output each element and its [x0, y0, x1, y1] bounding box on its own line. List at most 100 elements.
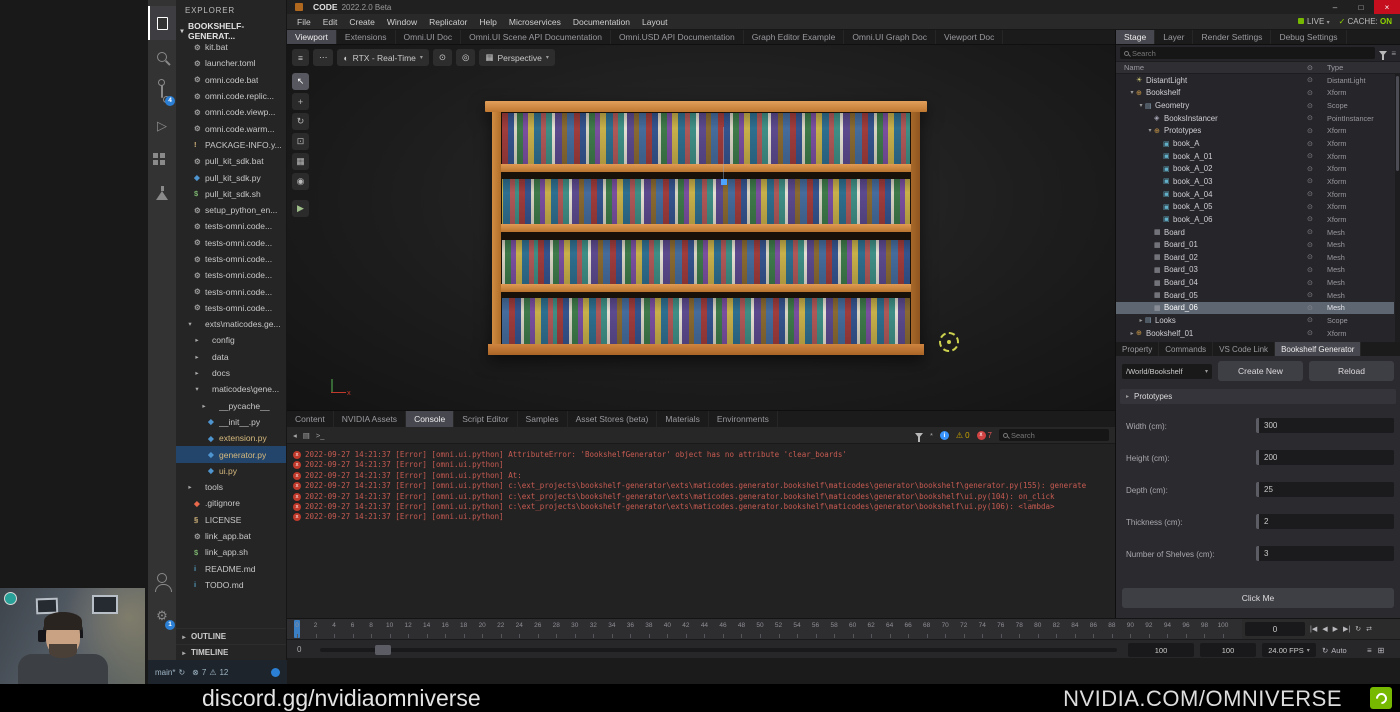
- prototypes-section-header[interactable]: ▸ Prototypes: [1120, 389, 1396, 404]
- property-value-field[interactable]: 25: [1256, 482, 1394, 497]
- menu-edit[interactable]: Edit: [317, 17, 344, 27]
- file-init-py[interactable]: ◆ __init__.py: [176, 414, 286, 430]
- viewport-options-button[interactable]: ⋯: [312, 49, 334, 66]
- tab-layer[interactable]: Layer: [1155, 30, 1194, 44]
- auto-update-toggle[interactable]: ↻ Auto: [1322, 643, 1347, 657]
- create-new-button[interactable]: Create New: [1218, 361, 1303, 381]
- tab-script-editor[interactable]: Script Editor: [454, 411, 518, 427]
- activity-search[interactable]: [148, 40, 176, 74]
- cache-status[interactable]: ✓ CACHE: ON: [1339, 17, 1392, 26]
- step-back[interactable]: ◀: [1322, 625, 1327, 633]
- stage-options-icon[interactable]: ≡: [1391, 49, 1396, 58]
- close-button[interactable]: ×: [1374, 0, 1400, 14]
- tab-commands[interactable]: Commands: [1159, 342, 1214, 356]
- menu-documentation[interactable]: Documentation: [567, 17, 636, 27]
- transform-gizmo[interactable]: [720, 127, 727, 185]
- file-kit-bat[interactable]: ⚙ kit.bat: [176, 39, 286, 55]
- loop[interactable]: ↻: [1355, 625, 1361, 633]
- tab-viewport[interactable]: Viewport: [287, 30, 337, 44]
- visibility-eye-icon[interactable]: ⊙: [1307, 127, 1313, 135]
- tab-omni-ui-scene-api-documentation[interactable]: Omni.UI Scene API Documentation: [461, 30, 611, 44]
- nvidia-link[interactable]: NVIDIA.COM/OMNIVERSE: [1063, 686, 1342, 712]
- chevron-right-icon[interactable]: ▸: [1137, 317, 1145, 324]
- tab-console[interactable]: Console: [406, 411, 455, 427]
- file-omni-code-bat[interactable]: ⚙ omni.code.bat: [176, 72, 286, 88]
- activity-account[interactable]: [148, 564, 176, 598]
- file-launcher-toml[interactable]: ⚙ launcher.toml: [176, 55, 286, 71]
- git-branch[interactable]: main* ↻: [155, 668, 185, 677]
- stage-row-prototypes[interactable]: ▾ ⊕ Prototypes ⊙ Xform: [1116, 125, 1394, 138]
- file-generator-py[interactable]: ◆ generator.py: [176, 446, 286, 463]
- tab-environments[interactable]: Environments: [709, 411, 778, 427]
- snap-tool[interactable]: ▦: [292, 153, 309, 170]
- file-pycache[interactable]: ▸ __pycache__: [176, 398, 286, 414]
- play-button[interactable]: ▶: [292, 200, 309, 217]
- stage-row-book-a-02[interactable]: ▣ book_A_02 ⊙ Xform: [1116, 162, 1394, 175]
- file-license[interactable]: § LICENSE: [176, 512, 286, 528]
- menu-layout[interactable]: Layout: [636, 17, 674, 27]
- tab-nvidia-assets[interactable]: NVIDIA Assets: [334, 411, 407, 427]
- file-tests-omni-code[interactable]: ⚙ tests-omni.code...: [176, 283, 286, 299]
- layers-icon[interactable]: ≡: [1367, 646, 1372, 655]
- visibility-button[interactable]: ⊙: [432, 49, 453, 66]
- move-tool[interactable]: +: [292, 93, 309, 110]
- activity-extensions[interactable]: [148, 142, 176, 176]
- file-setup-python-en[interactable]: ⚙ setup_python_en...: [176, 202, 286, 218]
- property-value-field[interactable]: 200: [1256, 450, 1394, 465]
- tab-omni-ui-graph-doc[interactable]: Omni.UI Graph Doc: [844, 30, 936, 44]
- filter-icon[interactable]: [915, 432, 923, 442]
- stage-row-book-a-01[interactable]: ▣ book_A_01 ⊙ Xform: [1116, 150, 1394, 163]
- file-docs[interactable]: ▸ docs: [176, 365, 286, 381]
- activity-run-debug[interactable]: ▷: [148, 108, 176, 142]
- file-tests-omni-code[interactable]: ⚙ tests-omni.code...: [176, 267, 286, 283]
- file-pull-kit-sdk-sh[interactable]: $ pull_kit_sdk.sh: [176, 186, 286, 202]
- click-me-button[interactable]: Click Me: [1122, 588, 1394, 608]
- visibility-eye-icon[interactable]: ⊙: [1307, 253, 1313, 261]
- stage-scrollbar[interactable]: [1395, 74, 1400, 342]
- visibility-eye-icon[interactable]: ⊙: [1307, 177, 1313, 185]
- discord-link[interactable]: discord.gg/nvidiaomniverse: [202, 685, 481, 712]
- grid-view-icon[interactable]: ⊞: [1378, 646, 1385, 655]
- distant-light-gizmo[interactable]: [939, 332, 959, 352]
- stage-row-book-a[interactable]: ▣ book_A ⊙ Xform: [1116, 137, 1394, 150]
- visibility-eye-icon[interactable]: ⊙: [1307, 152, 1313, 160]
- stage-row-book-a-06[interactable]: ▣ book_A_06 ⊙ Xform: [1116, 213, 1394, 226]
- file-pull-kit-sdk-py[interactable]: ◆ pull_kit_sdk.py: [176, 169, 286, 185]
- clear-icon[interactable]: *: [930, 431, 933, 440]
- tab-materials[interactable]: Materials: [657, 411, 709, 427]
- console-search-input[interactable]: Search: [999, 429, 1109, 441]
- folder-icon[interactable]: ▤: [303, 431, 310, 440]
- activity-source-control[interactable]: 4: [148, 74, 176, 108]
- scrubber-handle[interactable]: [375, 645, 391, 655]
- visibility-eye-icon[interactable]: ⊙: [1307, 291, 1313, 299]
- stage-row-board-06[interactable]: ▦ Board_06 ⊙ Mesh: [1116, 301, 1394, 315]
- camera-selector[interactable]: ▦ Perspective ▾: [479, 49, 555, 66]
- visibility-eye-icon[interactable]: ⊙: [1307, 304, 1313, 312]
- skip-to-start[interactable]: |◀: [1310, 625, 1317, 633]
- visibility-eye-icon[interactable]: ⊙: [1307, 241, 1313, 249]
- tab-stage[interactable]: Stage: [1116, 30, 1156, 44]
- menu-file[interactable]: File: [291, 17, 317, 27]
- file-tests-omni-code[interactable]: ⚙ tests-omni.code...: [176, 235, 286, 251]
- timeline-section[interactable]: ▸ TIMELINE: [176, 644, 286, 660]
- stage-row-board-04[interactable]: ▦ Board_04 ⊙ Mesh: [1116, 276, 1394, 289]
- stage-filter-icon[interactable]: [1379, 50, 1388, 60]
- stage-row-distantlight[interactable]: ☀ DistantLight ⊙ DistantLight: [1116, 74, 1394, 87]
- visibility-eye-icon[interactable]: ⊙: [1307, 329, 1313, 337]
- file-gitignore[interactable]: ◆ .gitignore: [176, 495, 286, 511]
- fps-dropdown[interactable]: 24.00 FPS ▾: [1262, 643, 1316, 657]
- stage-search-input[interactable]: Search: [1120, 47, 1376, 59]
- stage-row-looks[interactable]: ▸ ▤ Looks ⊙ Scope: [1116, 314, 1394, 327]
- outline-section[interactable]: ▸ OUTLINE: [176, 628, 286, 644]
- tab-content[interactable]: Content: [287, 411, 334, 427]
- warning-filter[interactable]: ⚠ 0: [956, 431, 970, 440]
- visibility-eye-icon[interactable]: ⊙: [1307, 228, 1313, 236]
- file-todo-md[interactable]: i TODO.md: [176, 577, 286, 593]
- timeline-scrubber[interactable]: [320, 645, 1117, 655]
- tab-extensions[interactable]: Extensions: [337, 30, 396, 44]
- file-pull-kit-sdk-bat[interactable]: ⚙ pull_kit_sdk.bat: [176, 153, 286, 169]
- activity-settings[interactable]: ⚙ 1: [148, 598, 176, 632]
- tab-asset-stores-beta[interactable]: Asset Stores (beta): [568, 411, 658, 427]
- error-filter[interactable]: 7: [976, 430, 992, 440]
- problems-indicator[interactable]: ⊗ 7 ⚠ 12: [192, 668, 228, 677]
